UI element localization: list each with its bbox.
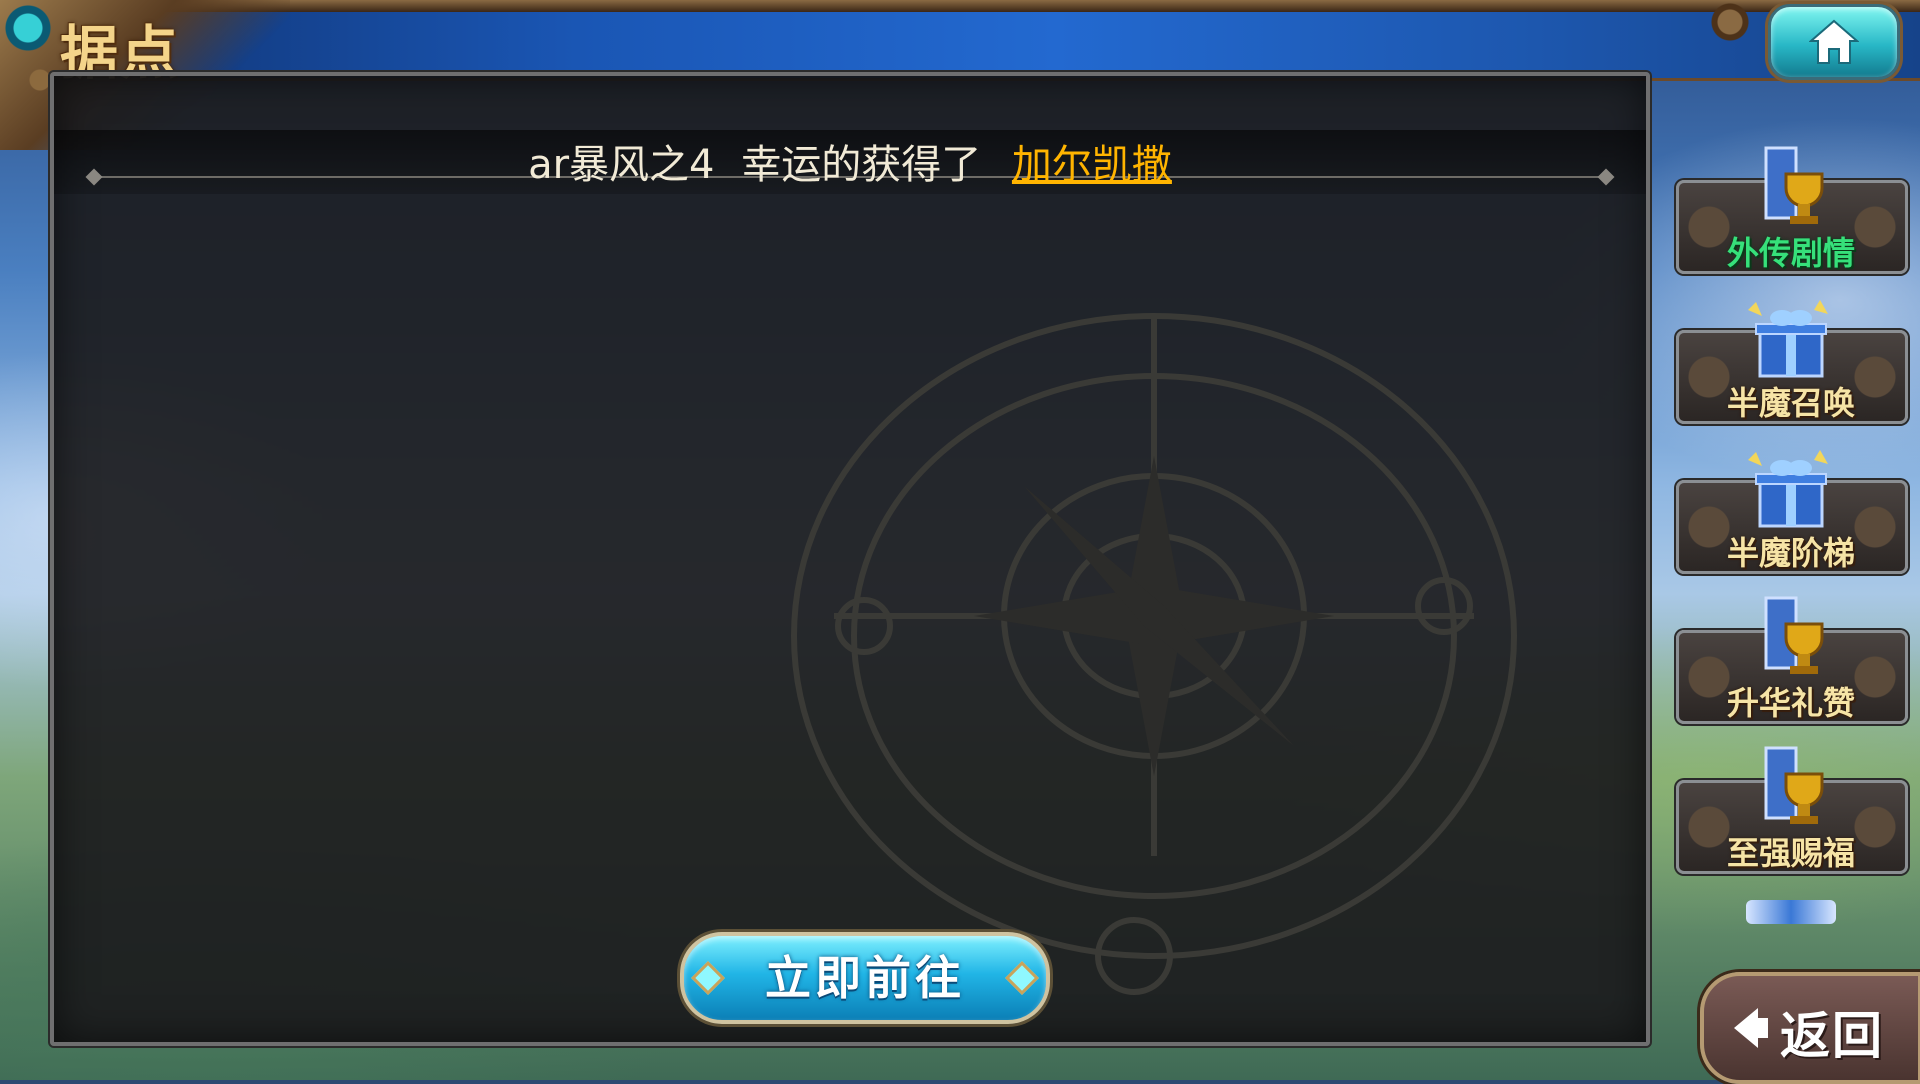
announcement-player: ar暴风之4	[528, 142, 715, 188]
sidebar-item-ascension-praise[interactable]: 升华礼赞	[1676, 590, 1908, 724]
announcement-message: 幸运的获得了	[741, 142, 982, 188]
trophy-icon	[1764, 746, 1824, 824]
sidebar-item-label: 外传剧情	[1726, 234, 1855, 272]
sidebar-item-supreme-blessing[interactable]: 至强赐福	[1676, 740, 1908, 874]
go-now-label: 立即前往	[765, 951, 965, 1005]
sidebar-more-peek[interactable]	[1746, 900, 1836, 924]
gift-box-icon	[1748, 450, 1828, 528]
announcement-text: ar暴风之4 幸运的获得了 加尔凯撒	[54, 132, 1646, 190]
back-arrow-icon	[1734, 1008, 1758, 1048]
sidebar-item-label: 半魔阶梯	[1726, 534, 1855, 572]
gear-ornament-icon	[1690, 0, 1770, 44]
home-icon	[1809, 19, 1859, 64]
back-button[interactable]: 返回	[1700, 972, 1920, 1084]
sidebar-item-demon-summon[interactable]: 半魔召唤	[1676, 290, 1908, 424]
announcement-panel: ar暴风之4 幸运的获得了 加尔凯撒 立即前往	[50, 72, 1650, 1046]
back-label: 返回	[1780, 1007, 1884, 1065]
back-arrow-tail	[1756, 1018, 1768, 1038]
button-gem-left-icon	[691, 961, 725, 995]
sidebar-item-label: 半魔召唤	[1726, 384, 1855, 422]
sidebar-item-label: 至强赐福	[1726, 834, 1855, 872]
home-button[interactable]	[1768, 4, 1900, 80]
sidebar-item-side-story[interactable]: 外传剧情	[1676, 140, 1908, 274]
sidebar-item-label: 升华礼赞	[1726, 684, 1855, 722]
button-gem-right-icon	[1005, 961, 1039, 995]
trophy-icon	[1764, 596, 1824, 674]
compass-emblem-icon	[791, 313, 1517, 995]
announcement-item-link[interactable]: 加尔凯撒	[1012, 142, 1172, 188]
go-now-button[interactable]: 立即前往	[680, 932, 1050, 1024]
sidebar-item-demon-ladder[interactable]: 半魔阶梯	[1676, 440, 1908, 574]
trophy-icon	[1764, 146, 1824, 224]
gift-box-icon	[1748, 300, 1828, 378]
event-sidebar: 外传剧情 半魔召唤 半魔阶梯 升华礼赞 至强赐福	[1676, 140, 1912, 924]
